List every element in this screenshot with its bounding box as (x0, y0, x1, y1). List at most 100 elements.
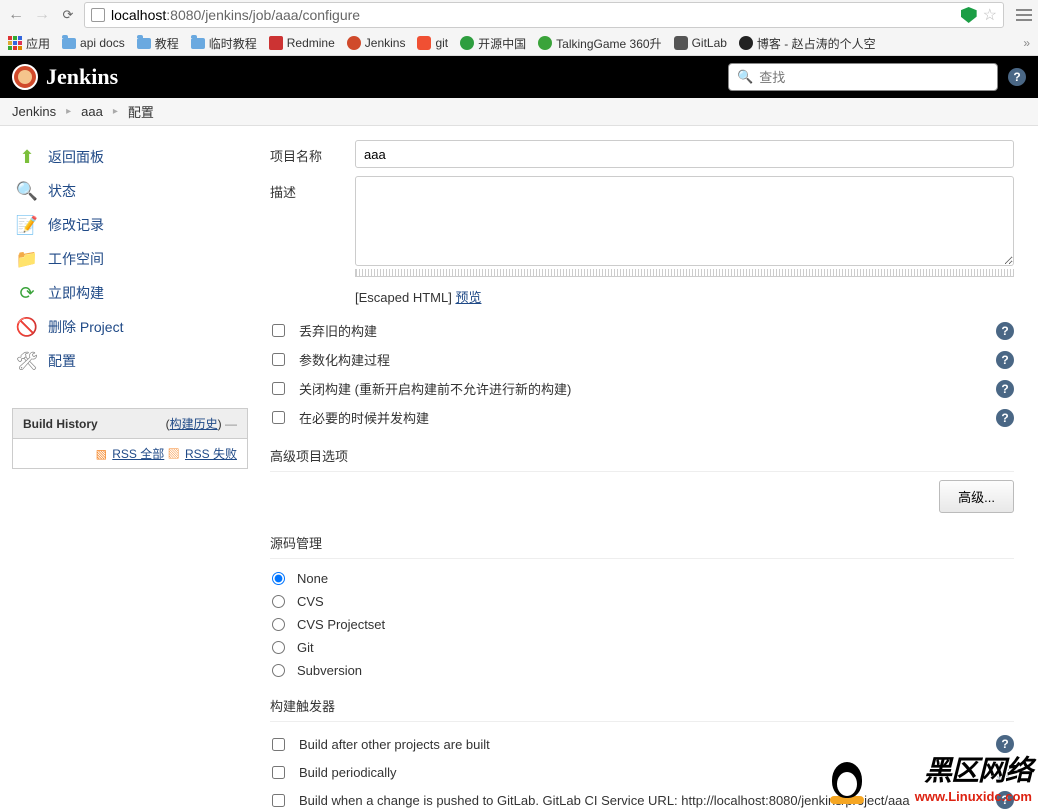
help-icon[interactable]: ? (996, 791, 1014, 809)
build-history-trend-link[interactable]: 构建历史 (170, 417, 218, 431)
bookmark-star-icon[interactable]: ☆ (983, 5, 997, 25)
bookmark-item[interactable]: api docs (62, 36, 125, 50)
bookmark-label: 开源中国 (478, 35, 526, 52)
sidebar-item-build-now[interactable]: ⟳立即构建 (12, 276, 248, 310)
option-label: 丢弃旧的构建 (299, 321, 996, 340)
breadcrumb-item[interactable]: Jenkins (12, 104, 56, 119)
help-icon[interactable]: ? (996, 735, 1014, 753)
trigger-checkbox[interactable] (272, 766, 285, 779)
description-textarea[interactable] (355, 176, 1014, 266)
bookmarks-overflow-icon[interactable]: » (1023, 36, 1030, 50)
jenkins-title: Jenkins (46, 64, 118, 90)
nav-back-icon[interactable]: ← (6, 5, 26, 25)
linux-penguin-icon (828, 760, 866, 804)
trigger-label: Build when a change is pushed to GitLab.… (299, 793, 996, 808)
breadcrumb-item[interactable]: aaa (81, 104, 103, 119)
preview-link[interactable]: 预览 (455, 290, 481, 305)
sidebar-item-label: 删除 Project (48, 317, 123, 337)
bookmark-icon (674, 36, 688, 50)
sidebar-item-label: 状态 (48, 181, 76, 201)
bookmark-icon (739, 36, 753, 50)
option-checkbox[interactable] (272, 411, 285, 424)
build-history-panel: Build History (构建历史) — ▧ RSS 全部 ▧ RSS 失败 (12, 408, 248, 469)
help-icon[interactable]: ? (996, 351, 1014, 369)
option-checkbox[interactable] (272, 324, 285, 337)
scm-option-label: Subversion (297, 663, 362, 678)
nav-forward-icon[interactable]: → (32, 5, 52, 25)
sidebar-item-label: 配置 (48, 351, 76, 371)
sidebar-item-workspace[interactable]: 📁工作空间 (12, 242, 248, 276)
delete-icon: 🚫 (16, 316, 38, 338)
breadcrumb-item[interactable]: 配置 (128, 102, 154, 121)
bookmark-icon (8, 36, 22, 50)
option-checkbox[interactable] (272, 353, 285, 366)
sidebar-item-changes[interactable]: 📝修改记录 (12, 208, 248, 242)
sidebar-item-label: 工作空间 (48, 249, 104, 269)
scm-option-row: None (270, 567, 1014, 590)
bookmark-item[interactable]: Redmine (269, 36, 335, 50)
option-checkbox[interactable] (272, 382, 285, 395)
sidebar-item-configure[interactable]: 🛠配置 (12, 344, 248, 378)
bookmark-icon (347, 36, 361, 50)
header-help-icon[interactable]: ? (1008, 68, 1026, 86)
scm-option-row: CVS (270, 590, 1014, 613)
rss-fail-link[interactable]: RSS 失败 (185, 447, 237, 461)
sidebar: ⬆返回面板 🔍 状态 📝修改记录📁工作空间⟳立即构建 🚫 删除 Project 🛠配置 Bu… (0, 126, 260, 810)
scm-radio[interactable] (272, 618, 285, 631)
bookmark-label: 博客 - 赵占涛的个人空 (757, 35, 876, 52)
jenkins-avatar-icon (12, 64, 38, 90)
browser-menu-icon[interactable] (1016, 9, 1032, 21)
url-text: localhost:8080/jenkins/job/aaa/configure (111, 7, 961, 23)
bookmark-icon (417, 36, 431, 50)
option-label: 关闭构建 (重新开启构建前不允许进行新的构建) (299, 379, 996, 398)
jenkins-logo[interactable]: Jenkins (12, 64, 118, 90)
scm-radio[interactable] (272, 664, 285, 677)
description-meta: [Escaped HTML] 预览 (355, 287, 1014, 306)
scm-option-label: CVS Projectset (297, 617, 385, 632)
shield-icon[interactable] (961, 7, 977, 23)
search-input[interactable] (759, 70, 989, 85)
scm-radio[interactable] (272, 572, 285, 585)
trigger-checkbox[interactable] (272, 738, 285, 751)
option-row: 在必要的时候并发构建? (270, 403, 1014, 432)
resize-grip[interactable] (355, 269, 1014, 277)
project-name-input[interactable] (355, 140, 1014, 168)
rss-icon: ▧ (168, 447, 180, 461)
bookmark-item[interactable]: 教程 (137, 35, 179, 52)
bookmark-item[interactable]: 博客 - 赵占涛的个人空 (739, 35, 876, 52)
bookmark-item[interactable]: TalkingGame 360升 (538, 35, 661, 52)
description-label: 描述 (270, 176, 355, 201)
advanced-button[interactable]: 高级... (939, 480, 1014, 513)
help-icon[interactable]: ? (996, 380, 1014, 398)
bookmark-label: 应用 (26, 35, 50, 52)
scm-radio[interactable] (272, 641, 285, 654)
sidebar-item-label: 修改记录 (48, 215, 104, 235)
project-name-label: 项目名称 (270, 140, 355, 165)
help-icon[interactable]: ? (996, 409, 1014, 427)
bookmark-item[interactable]: 临时教程 (191, 35, 257, 52)
header-search[interactable]: 🔍 (728, 63, 998, 91)
status-icon: 🔍 (16, 180, 38, 202)
bookmark-label: api docs (80, 36, 125, 50)
help-icon[interactable]: ? (996, 322, 1014, 340)
bookmark-icon (538, 36, 552, 50)
bookmark-icon (269, 36, 283, 50)
rss-all-link[interactable]: RSS 全部 (112, 447, 164, 461)
back-icon: ⬆ (16, 146, 38, 168)
bookmark-item[interactable]: git (417, 36, 448, 50)
scm-radio[interactable] (272, 595, 285, 608)
scm-option-label: CVS (297, 594, 324, 609)
bookmark-item[interactable]: 开源中国 (460, 35, 526, 52)
trigger-row: Build periodically? (270, 758, 1014, 786)
sidebar-item-back[interactable]: ⬆返回面板 (12, 140, 248, 174)
trigger-checkbox[interactable] (272, 794, 285, 807)
sidebar-item-status[interactable]: 🔍 状态 (12, 174, 248, 208)
reload-icon[interactable]: ⟳ (58, 5, 78, 25)
bookmark-item[interactable]: 应用 (8, 35, 50, 52)
scm-option-row: CVS Projectset (270, 613, 1014, 636)
bookmark-item[interactable]: Jenkins (347, 36, 406, 50)
url-bar[interactable]: localhost:8080/jenkins/job/aaa/configure… (84, 2, 1004, 28)
sidebar-item-delete[interactable]: 🚫 删除 Project (12, 310, 248, 344)
bookmark-item[interactable]: GitLab (674, 36, 727, 50)
help-icon[interactable]: ? (996, 763, 1014, 781)
